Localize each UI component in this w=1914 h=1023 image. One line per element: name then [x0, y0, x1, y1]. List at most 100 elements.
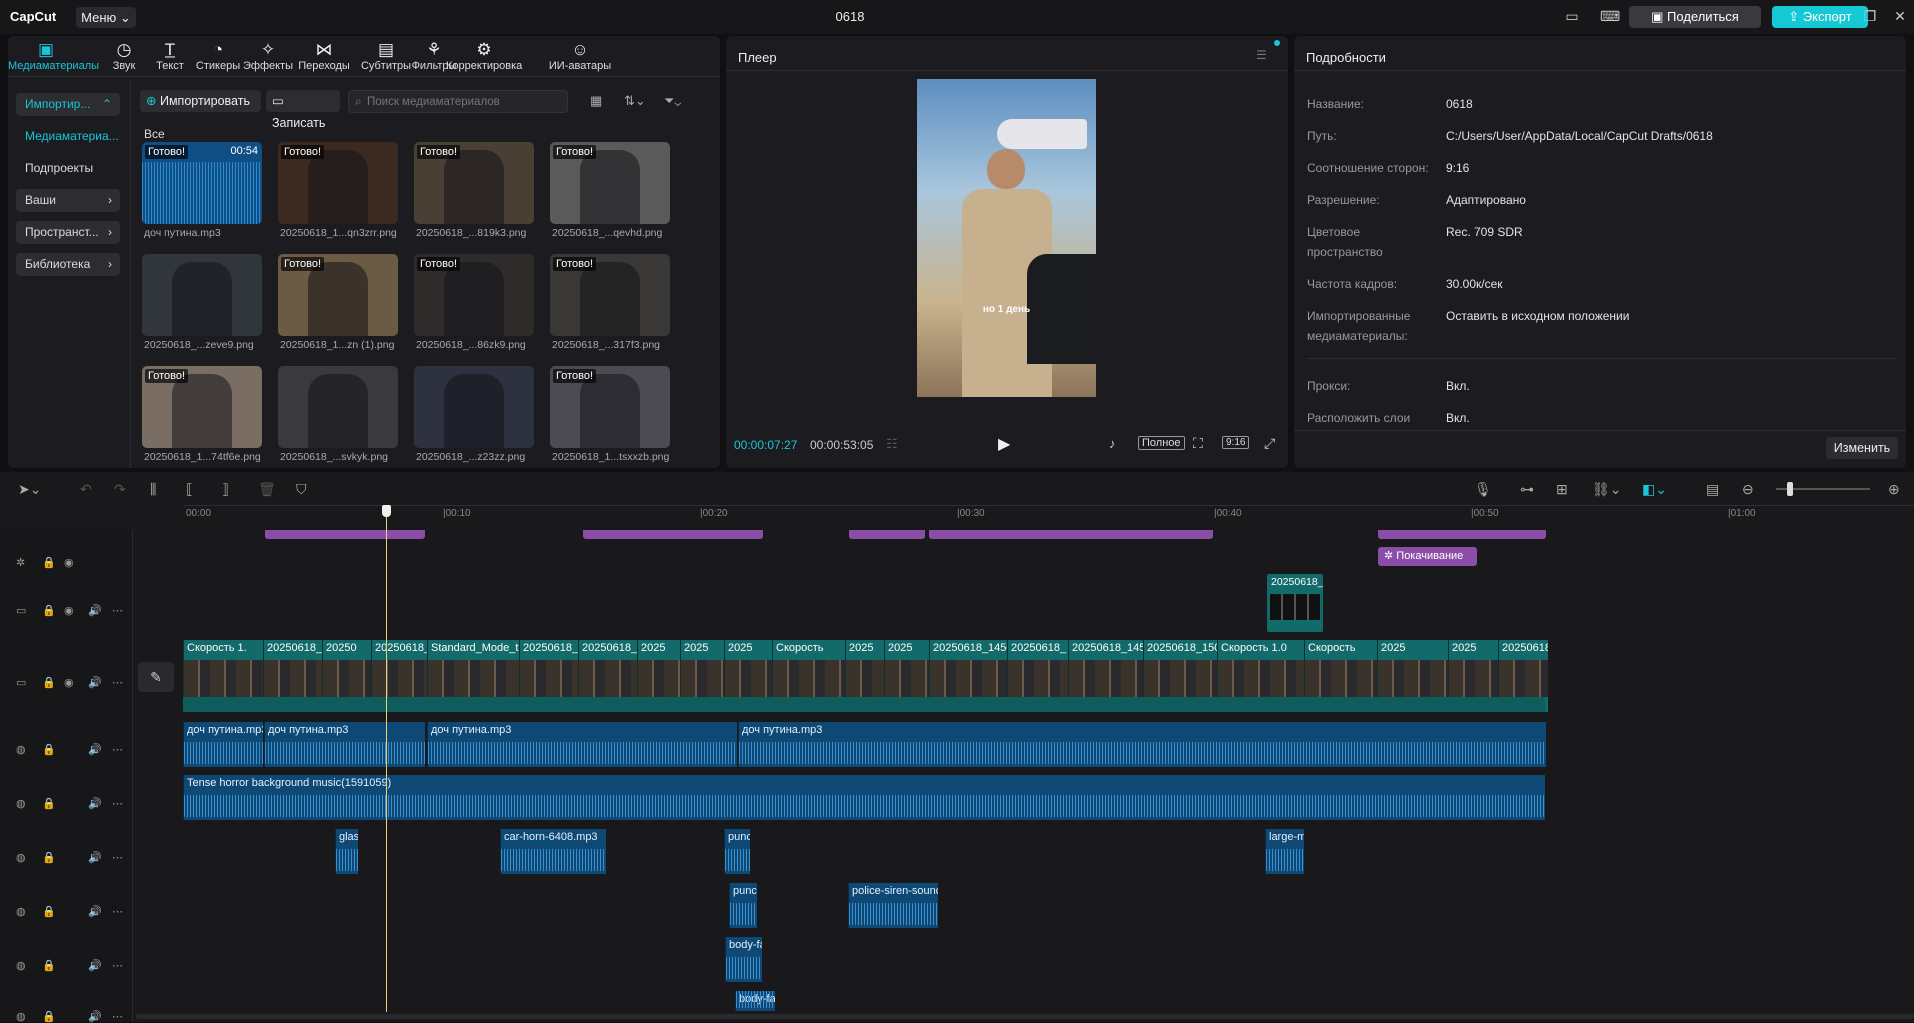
lock-icon[interactable]: 🔒: [42, 604, 56, 617]
full-quality-button[interactable]: Полное: [1138, 436, 1185, 450]
grid-view-icon[interactable]: ▦: [590, 93, 602, 109]
sway-effect-clip[interactable]: ✲ Покачивание: [1378, 547, 1477, 566]
record-button[interactable]: ▭ Записать: [266, 90, 340, 130]
more-icon[interactable]: ⋯: [112, 743, 123, 756]
lock-icon[interactable]: 🔒: [42, 1010, 56, 1023]
audio-track-icon[interactable]: ◍: [16, 905, 26, 918]
trim-right-icon[interactable]: ⟧: [222, 481, 229, 498]
media-thumbnail[interactable]: [142, 254, 262, 336]
media-thumbnail[interactable]: Готово!: [550, 366, 670, 448]
mute-icon[interactable]: 🔊: [88, 1010, 102, 1023]
filter-icon[interactable]: ⏷⌄: [664, 93, 681, 109]
audio-track-icon[interactable]: ◍: [16, 851, 26, 864]
lock-icon[interactable]: 🔒: [42, 676, 56, 689]
sidebar-library[interactable]: Библиотека ›: [16, 253, 120, 276]
link-icon[interactable]: ⛓⌄: [1592, 481, 1622, 498]
voice-clip[interactable]: доч путина.mp3: [427, 722, 737, 767]
visibility-icon[interactable]: ◉: [64, 604, 74, 617]
layout-icon[interactable]: ▭: [1562, 8, 1582, 25]
mute-icon[interactable]: 🔊: [88, 905, 102, 918]
snapshot-icon[interactable]: ⛶: [1193, 435, 1203, 452]
voice-clip[interactable]: доч путина.mp3: [183, 722, 263, 767]
more-icon[interactable]: ⋯: [112, 851, 123, 864]
lock-icon[interactable]: 🔒: [42, 797, 56, 810]
more-icon[interactable]: ⋯: [112, 797, 123, 810]
play-icon[interactable]: ▶: [998, 434, 1010, 454]
preview-axis-icon[interactable]: ⊞: [1556, 481, 1568, 498]
effect-clip[interactable]: [583, 530, 763, 539]
mute-icon[interactable]: 🔊: [88, 959, 102, 972]
more-icon[interactable]: ⋯: [112, 905, 123, 918]
mute-icon[interactable]: 🔊: [88, 743, 102, 756]
mute-icon[interactable]: 🔊: [88, 604, 102, 617]
sfx-clip[interactable]: body-fa: [735, 991, 775, 1011]
trim-left-icon[interactable]: ⟦: [186, 481, 193, 498]
sidebar-media[interactable]: Медиаматериа...: [16, 125, 120, 148]
lock-icon[interactable]: 🔒: [42, 905, 56, 918]
more-icon[interactable]: ⋯: [112, 676, 123, 689]
shortcuts-icon[interactable]: ⌨: [1600, 8, 1620, 25]
restore-icon[interactable]: ❐: [1860, 8, 1880, 25]
zoom-handle[interactable]: [1787, 482, 1793, 496]
tiktok-icon[interactable]: ♪: [1109, 436, 1116, 451]
snap-icon[interactable]: ◧⌄: [1642, 481, 1667, 498]
music-clip[interactable]: Tense horror background music(1591059): [183, 775, 1545, 820]
sidebar-yours[interactable]: Ваши ›: [16, 189, 120, 212]
effect-clip[interactable]: [265, 530, 425, 539]
tab-adjust[interactable]: ⚙ Корректировка: [446, 40, 522, 72]
redo-icon[interactable]: ↷: [114, 481, 126, 498]
sidebar-spaces[interactable]: Пространст... ›: [16, 221, 120, 244]
frames-icon[interactable]: ☷: [886, 436, 898, 452]
undo-icon[interactable]: ↶: [80, 481, 92, 498]
link-main-icon[interactable]: ⊶: [1520, 481, 1534, 498]
effect-clip[interactable]: [1378, 530, 1546, 539]
sort-icon[interactable]: ⇅⌄: [624, 93, 646, 109]
audio-track-icon[interactable]: ◍: [16, 797, 26, 810]
fullscreen-icon[interactable]: ⤢: [1264, 435, 1275, 452]
minimize-icon[interactable]: –: [1828, 8, 1848, 24]
sfx-clip[interactable]: car-horn-6408.mp3: [500, 829, 606, 874]
voice-clip[interactable]: доч путина.mp3: [738, 722, 1546, 767]
video-track-icon[interactable]: ▭: [16, 604, 26, 617]
close-icon[interactable]: ✕: [1890, 8, 1910, 25]
effect-track-icon[interactable]: ✲: [16, 556, 25, 569]
delete-icon[interactable]: 🗑: [258, 481, 276, 498]
media-thumbnail[interactable]: [278, 366, 398, 448]
microphone-icon[interactable]: 🎙: [1474, 481, 1492, 498]
cover-edit-button[interactable]: ✎: [138, 662, 174, 692]
sfx-clip[interactable]: punc: [729, 883, 757, 928]
search-box[interactable]: ⌕: [348, 90, 568, 113]
audio-track-icon[interactable]: ◍: [16, 1010, 26, 1023]
media-thumbnail[interactable]: Готово!: [414, 254, 534, 336]
edit-button[interactable]: Изменить: [1826, 437, 1898, 459]
sfx-clip[interactable]: punc: [724, 829, 750, 874]
more-icon[interactable]: ⋯: [112, 604, 123, 617]
zoom-out-icon[interactable]: ⊖: [1742, 481, 1754, 498]
visibility-icon[interactable]: ◉: [64, 556, 74, 569]
audio-track-icon[interactable]: ◍: [16, 743, 26, 756]
lock-icon[interactable]: 🔒: [42, 556, 56, 569]
ratio-button[interactable]: 9:16: [1222, 436, 1250, 449]
mute-icon[interactable]: 🔊: [88, 797, 102, 810]
effect-clip[interactable]: [929, 530, 1213, 539]
sfx-clip[interactable]: glass: [335, 829, 358, 874]
media-thumbnail[interactable]: [414, 366, 534, 448]
media-thumbnail[interactable]: Готово!: [278, 142, 398, 224]
split-icon[interactable]: ⫼: [150, 481, 156, 498]
media-thumbnail[interactable]: Готово!: [550, 142, 670, 224]
media-thumbnail[interactable]: Готово!: [142, 366, 262, 448]
voice-clip[interactable]: доч путина.mp3: [264, 722, 425, 767]
lock-icon[interactable]: 🔒: [42, 851, 56, 864]
sidebar-import[interactable]: Импортир... ⌃: [16, 93, 120, 116]
player-menu-icon[interactable]: ☰: [1256, 48, 1267, 62]
search-input[interactable]: [367, 92, 562, 111]
mute-icon[interactable]: 🔊: [88, 851, 102, 864]
tab-media[interactable]: ▣ Медиаматериалы: [8, 40, 99, 72]
share-button[interactable]: ▣ Поделиться: [1629, 6, 1761, 28]
zoom-in-icon[interactable]: ⊕: [1888, 481, 1900, 498]
media-thumbnail[interactable]: Готово!: [278, 254, 398, 336]
media-thumbnail[interactable]: 00:54 Готово!: [142, 142, 262, 224]
export-button[interactable]: ⇪ Экспорт: [1772, 6, 1868, 28]
sfx-clip[interactable]: large-m: [1265, 829, 1304, 874]
audio-track-icon[interactable]: ◍: [16, 959, 26, 972]
